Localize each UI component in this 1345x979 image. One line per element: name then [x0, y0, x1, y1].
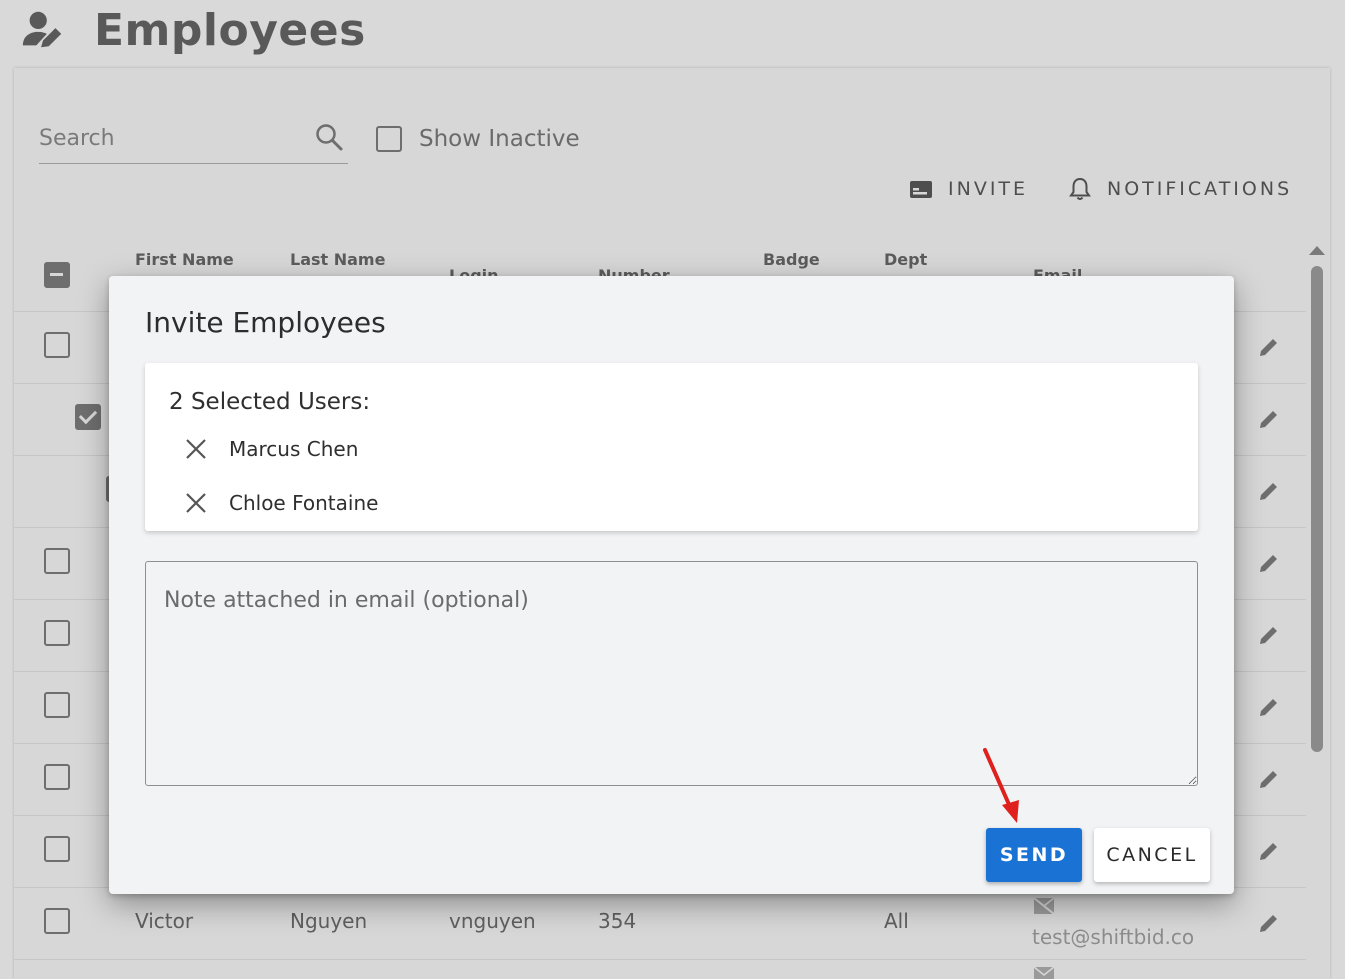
column-header-email[interactable]: Email	[1033, 266, 1082, 276]
edit-icon[interactable]	[1258, 840, 1280, 862]
send-button[interactable]: SEND	[986, 828, 1082, 882]
edit-icon[interactable]	[1258, 336, 1280, 358]
edit-icon[interactable]	[1258, 912, 1280, 934]
row-checkbox[interactable]	[44, 548, 70, 574]
cell-number: 354	[598, 909, 637, 933]
edit-icon[interactable]	[1258, 408, 1280, 430]
edit-icon[interactable]	[1258, 624, 1280, 646]
close-icon	[186, 439, 206, 459]
row-checkbox[interactable]	[44, 332, 70, 358]
show-inactive-toggle[interactable]: Show Inactive	[376, 126, 580, 152]
page-title: Employees	[94, 4, 366, 56]
edit-icon[interactable]	[1258, 768, 1280, 790]
search-input[interactable]	[39, 118, 309, 158]
show-inactive-label: Show Inactive	[419, 126, 580, 152]
notifications-label: NOTIFICATIONS	[1107, 178, 1293, 200]
cell-login: vnguyen	[449, 909, 536, 933]
invite-button[interactable]: INVITE	[908, 172, 1028, 206]
selected-users-panel: 2 Selected Users: Marcus Chen Chloe Font…	[145, 363, 1198, 531]
annotation-arrow-icon	[983, 748, 1019, 823]
dialog-title: Invite Employees	[145, 306, 386, 339]
column-header-last-name[interactable]: Last Name	[290, 250, 385, 269]
edit-icon[interactable]	[1258, 480, 1280, 502]
user-edit-icon	[22, 11, 62, 48]
selected-user-item: Marcus Chen	[185, 434, 358, 464]
selected-user-name: Chloe Fontaine	[229, 491, 379, 515]
id-card-icon	[910, 181, 932, 198]
invite-employees-dialog: Invite Employees 2 Selected Users: Marcu…	[109, 276, 1234, 894]
close-icon	[186, 493, 206, 513]
row-checkbox[interactable]	[75, 404, 102, 430]
cell-email[interactable]: test@shiftbid.co	[1032, 925, 1194, 949]
row-checkbox[interactable]	[44, 764, 70, 790]
cell-dept: All	[884, 909, 909, 933]
email-note-textarea[interactable]	[145, 561, 1198, 786]
scrollbar-thumb[interactable]	[1311, 266, 1323, 752]
row-checkbox[interactable]	[44, 692, 70, 718]
email-off-icon	[1033, 966, 1055, 979]
column-header-badge[interactable]: Badge	[763, 250, 820, 269]
column-header-first-name[interactable]: First Name	[135, 250, 234, 269]
cell-last-name: Nguyen	[290, 909, 368, 933]
row-checkbox[interactable]	[44, 836, 70, 862]
edit-icon[interactable]	[1258, 552, 1280, 574]
column-header-number[interactable]: Number	[598, 266, 670, 276]
email-off-icon	[1033, 897, 1055, 915]
cancel-button[interactable]: CANCEL	[1094, 828, 1210, 882]
edit-icon[interactable]	[1258, 696, 1280, 718]
selected-user-name: Marcus Chen	[229, 437, 359, 461]
remove-user-button[interactable]	[185, 438, 207, 460]
column-header-dept[interactable]: Dept	[884, 250, 927, 269]
show-inactive-checkbox[interactable]	[376, 126, 402, 152]
column-header-login[interactable]: Login	[449, 266, 499, 276]
select-all-checkbox[interactable]	[44, 262, 70, 288]
notifications-button[interactable]: NOTIFICATIONS	[1067, 172, 1292, 206]
selected-users-heading: 2 Selected Users:	[169, 389, 371, 415]
row-divider	[14, 959, 1306, 960]
page-header: Employees	[20, 0, 366, 60]
cell-first-name: Victor	[135, 909, 194, 933]
search-field[interactable]	[39, 118, 348, 164]
remove-user-button[interactable]	[185, 492, 207, 514]
scroll-up-arrow[interactable]	[1309, 246, 1325, 255]
row-checkbox[interactable]	[44, 908, 70, 934]
selected-user-item: Chloe Fontaine	[185, 488, 378, 518]
bell-icon	[1069, 177, 1091, 200]
search-icon[interactable]	[314, 122, 344, 152]
row-checkbox[interactable]	[44, 620, 70, 646]
invite-label: INVITE	[948, 178, 1029, 200]
